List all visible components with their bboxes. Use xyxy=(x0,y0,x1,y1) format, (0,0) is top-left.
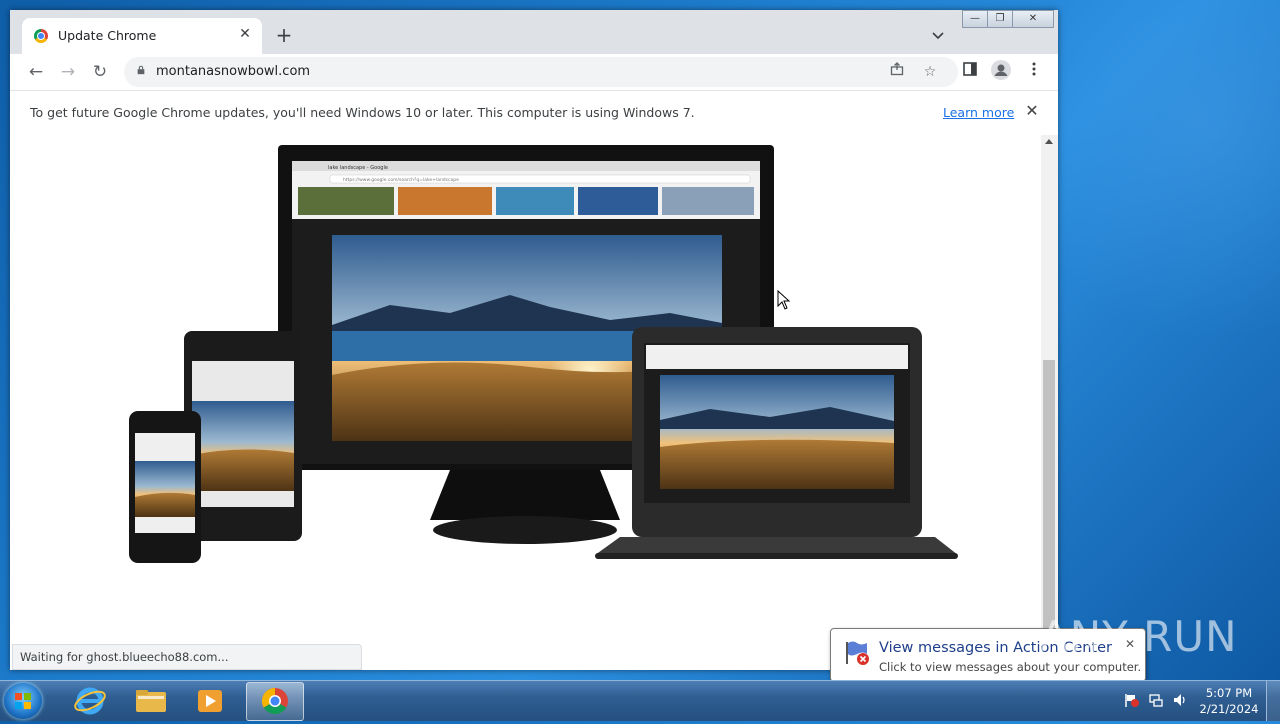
taskbar-media-player[interactable] xyxy=(182,682,238,719)
monitor-address-text: https://www.google.com/search?q=lake+lan… xyxy=(343,177,459,183)
system-clock[interactable]: 5:07 PM 2/21/2024 xyxy=(1196,685,1262,717)
bookmark-star-icon[interactable]: ☆ xyxy=(919,61,941,83)
back-button[interactable]: ← xyxy=(24,60,48,84)
network-tray-icon[interactable] xyxy=(1148,692,1164,708)
chevron-down-icon xyxy=(932,32,944,40)
action-center-tray-icon[interactable] xyxy=(1124,692,1140,708)
title-bar: Update Chrome ✕ + — ❐ ✕ xyxy=(10,10,1058,54)
vertical-scrollbar[interactable] xyxy=(1041,135,1058,670)
clock-date: 2/21/2024 xyxy=(1199,702,1259,716)
tab-close-button[interactable]: ✕ xyxy=(236,25,254,43)
status-text: Waiting for ghost.blueecho88.com... xyxy=(20,650,229,664)
clock-time: 5:07 PM xyxy=(1205,686,1253,700)
chrome-window: Update Chrome ✕ + — ❐ ✕ ← → ↻ montanasno… xyxy=(10,10,1058,670)
new-tab-button[interactable]: + xyxy=(272,24,296,48)
scroll-up-arrow-icon[interactable] xyxy=(1045,139,1053,144)
url-text[interactable]: montanasnowbowl.com xyxy=(156,64,310,79)
profile-avatar-icon[interactable] xyxy=(989,60,1013,84)
reload-button[interactable]: ↻ xyxy=(88,60,112,84)
window-close-button[interactable]: ✕ xyxy=(1012,10,1054,28)
learn-more-link[interactable]: Learn more xyxy=(943,105,1014,120)
browser-toolbar: ← → ↻ montanasnowbowl.com ☆ xyxy=(10,54,1058,90)
taskbar: 5:07 PM 2/21/2024 xyxy=(0,680,1280,721)
internet-explorer-icon xyxy=(74,687,106,715)
taskbar-chrome[interactable] xyxy=(246,682,304,721)
chrome-favicon-icon xyxy=(34,29,48,43)
show-desktop-button[interactable] xyxy=(1266,681,1280,721)
infobar-close-button[interactable]: ✕ xyxy=(1022,101,1042,121)
share-icon[interactable] xyxy=(886,61,908,83)
anyrun-watermark: ANY RUN xyxy=(1040,612,1238,661)
action-center-flag-icon xyxy=(846,641,869,665)
taskbar-internet-explorer[interactable] xyxy=(62,682,118,719)
taskbar-file-explorer[interactable] xyxy=(122,682,178,719)
side-panel-icon[interactable] xyxy=(958,60,982,84)
lock-icon xyxy=(137,65,145,75)
restore-button[interactable]: ❐ xyxy=(987,10,1013,28)
forward-button[interactable]: → xyxy=(56,60,80,84)
monitor-tab-label: lake landscape - Google xyxy=(328,165,388,171)
mouse-cursor-icon xyxy=(777,290,791,310)
media-player-icon xyxy=(198,690,222,712)
address-bar[interactable]: montanasnowbowl.com ☆ xyxy=(124,57,958,87)
page-content: lake landscape - Google https://www.goog… xyxy=(10,135,1041,670)
devices-hero-image: lake landscape - Google https://www.goog… xyxy=(129,145,958,563)
start-button[interactable] xyxy=(4,683,42,719)
folder-icon xyxy=(136,690,166,712)
tab-title: Update Chrome xyxy=(58,28,157,43)
chrome-icon xyxy=(261,687,288,715)
windows-logo-icon xyxy=(15,693,31,709)
status-bubble: Waiting for ghost.blueecho88.com... xyxy=(12,644,362,670)
tab-update-chrome[interactable]: Update Chrome ✕ xyxy=(22,18,262,54)
menu-kebab-icon[interactable] xyxy=(1022,60,1046,84)
volume-tray-icon[interactable] xyxy=(1172,692,1188,708)
minimize-button[interactable]: — xyxy=(962,10,988,28)
tab-search-button[interactable] xyxy=(928,26,948,46)
notification-body: Click to view messages about your comput… xyxy=(879,660,1142,674)
update-infobar: To get future Google Chrome updates, you… xyxy=(10,90,1058,136)
infobar-message: To get future Google Chrome updates, you… xyxy=(30,105,695,120)
